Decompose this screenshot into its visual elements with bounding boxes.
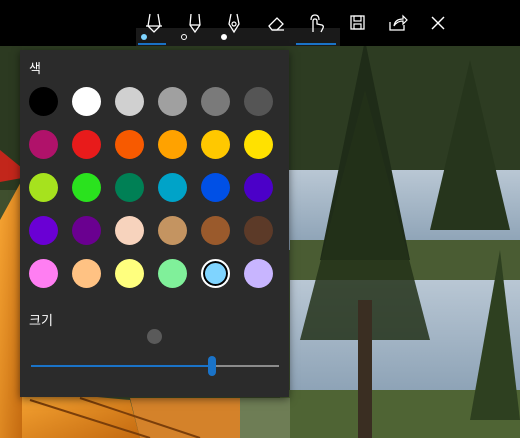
color-swatch[interactable]	[29, 259, 58, 288]
color-swatch[interactable]	[29, 87, 58, 116]
calligraphy-pen-color-dot	[221, 34, 227, 40]
color-swatch[interactable]	[158, 173, 187, 202]
eraser-icon	[268, 17, 284, 31]
share-button[interactable]	[382, 8, 414, 38]
color-swatch-selected[interactable]	[201, 259, 230, 288]
color-swatch[interactable]	[244, 130, 273, 159]
color-swatch[interactable]	[115, 259, 144, 288]
save-copy-button[interactable]	[342, 8, 374, 38]
color-swatch[interactable]	[158, 87, 187, 116]
ballpoint-pen-color-dot	[141, 34, 147, 40]
color-swatch[interactable]	[72, 259, 101, 288]
color-section-label: 색	[29, 62, 41, 77]
color-swatch[interactable]	[201, 216, 230, 245]
color-swatch[interactable]	[244, 173, 273, 202]
color-swatch[interactable]	[29, 173, 58, 202]
color-swatch[interactable]	[115, 173, 144, 202]
color-swatch[interactable]	[158, 216, 187, 245]
calligraphy-pen-icon	[228, 13, 240, 34]
color-swatch[interactable]	[72, 87, 101, 116]
close-button[interactable]	[422, 8, 454, 38]
pencil-icon	[189, 13, 201, 34]
eraser-button[interactable]	[260, 8, 292, 38]
touch-writing-button[interactable]	[300, 8, 332, 38]
color-swatch[interactable]	[244, 259, 273, 288]
color-swatch[interactable]	[201, 130, 230, 159]
color-swatch[interactable]	[115, 216, 144, 245]
color-swatch[interactable]	[201, 173, 230, 202]
pencil-color-dot	[181, 34, 187, 40]
pen-settings-flyout: 색 크기	[20, 50, 289, 397]
color-swatch[interactable]	[158, 259, 187, 288]
color-swatch[interactable]	[72, 173, 101, 202]
close-icon	[431, 16, 445, 30]
save-copy-icon	[350, 15, 365, 30]
color-swatch[interactable]	[244, 216, 273, 245]
color-palette	[29, 87, 281, 288]
color-swatch[interactable]	[72, 130, 101, 159]
size-slider[interactable]	[31, 356, 279, 376]
size-slider-fill	[31, 365, 212, 367]
color-swatch[interactable]	[72, 216, 101, 245]
touch-writing-icon	[310, 14, 324, 33]
size-preview-dot	[147, 329, 162, 344]
share-icon	[389, 14, 408, 31]
size-slider-thumb[interactable]	[208, 356, 216, 376]
size-section-label: 크기	[29, 314, 53, 329]
ballpoint-pen-icon	[146, 13, 162, 33]
touch-writing-active-indicator	[296, 43, 336, 45]
color-swatch[interactable]	[29, 216, 58, 245]
color-swatch[interactable]	[201, 87, 230, 116]
active-tool-indicator	[138, 43, 166, 45]
color-swatch[interactable]	[115, 130, 144, 159]
color-swatch[interactable]	[244, 87, 273, 116]
ink-toolbar	[0, 0, 520, 46]
color-swatch[interactable]	[29, 130, 58, 159]
color-swatch[interactable]	[115, 87, 144, 116]
color-swatch[interactable]	[158, 130, 187, 159]
